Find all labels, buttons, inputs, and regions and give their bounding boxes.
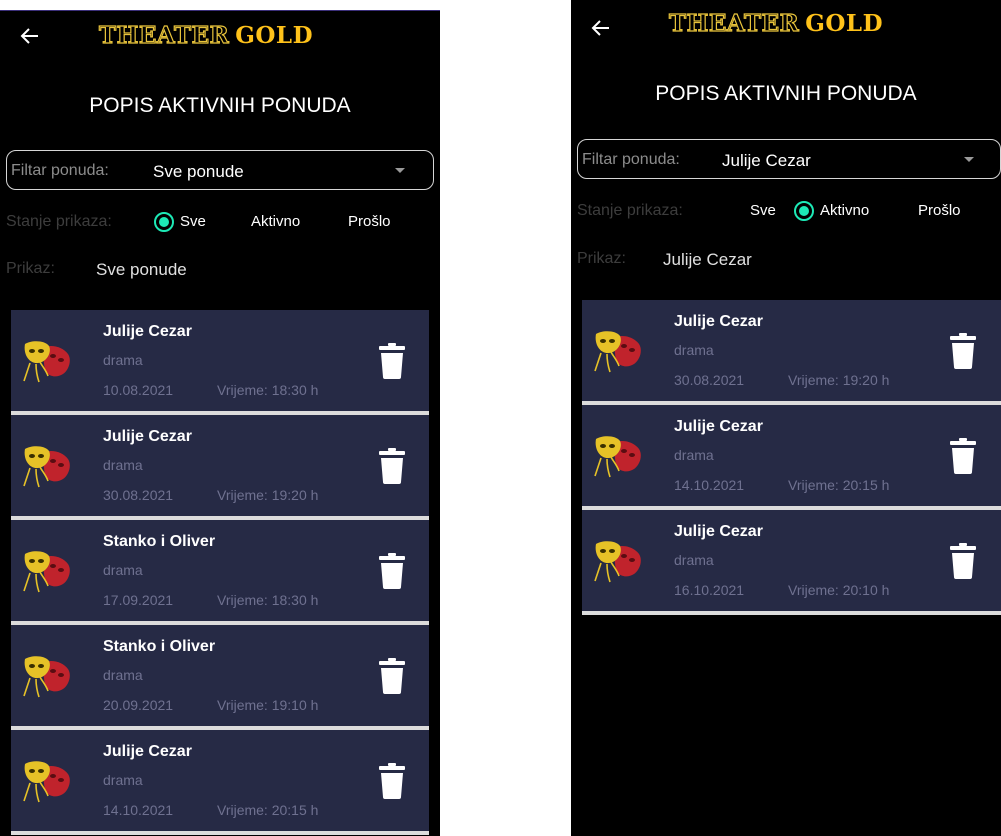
offer-title: Stanko i Oliver — [103, 533, 216, 550]
offer-genre: drama — [103, 457, 143, 473]
logo-word-theater: THEATER — [668, 9, 800, 37]
trash-icon[interactable] — [379, 553, 405, 589]
trash-icon[interactable] — [379, 343, 405, 379]
display-label: Prikaz: — [6, 260, 55, 277]
offer-date: 20.09.2021 — [103, 697, 174, 713]
offer-time: Vrijeme: 19:10 h — [217, 697, 319, 713]
offer-filter-dropdown[interactable]: Filtar ponuda: Sve ponude — [6, 150, 434, 190]
screen-all-offers: THEATER GOLD POPIS AKTIVNIH PONUDA Filtar… — [0, 10, 440, 836]
trash-icon[interactable] — [379, 658, 405, 694]
offer-filter-dropdown[interactable]: Filtar ponuda: Julije Cezar — [577, 139, 1001, 179]
logo-word-theater: THEATER — [98, 21, 230, 49]
display-state-row: Stanje prikaza: Sve Aktivno Prošlo — [571, 198, 1001, 224]
offer-card[interactable]: Julije Cezar drama 30.08.2021 Vrijeme: 19:2… — [11, 415, 429, 520]
offer-date: 30.08.2021 — [674, 372, 745, 388]
offer-card[interactable]: Julije Cezar drama 10.08.2021 Vrijeme: 18:3… — [11, 310, 429, 415]
radio-option-sve[interactable]: Sve — [180, 213, 206, 230]
offers-list: Julije Cezar drama 30.08.2021 Vrijeme: 19:2… — [582, 300, 1001, 615]
offer-time: Vrijeme: 20:15 h — [217, 802, 319, 818]
state-label: Stanje prikaza: — [577, 202, 683, 219]
theater-mask-icon — [22, 655, 70, 699]
filter-label: Filtar ponuda: — [11, 162, 109, 179]
radio-option-aktivno[interactable]: Aktivno — [251, 213, 300, 230]
display-label: Prikaz: — [577, 250, 626, 267]
screen-filtered-offers: THEATER GOLD POPIS AKTIVNIH PONUDA Filtar… — [571, 0, 1001, 836]
offer-genre: drama — [674, 342, 714, 358]
offer-genre: drama — [674, 447, 714, 463]
theater-mask-icon — [22, 445, 70, 489]
offer-title: Julije Cezar — [674, 418, 763, 435]
offer-date: 17.09.2021 — [103, 592, 174, 608]
offer-genre: drama — [103, 562, 143, 578]
radio-option-proslo[interactable]: Prošlo — [348, 213, 391, 230]
offer-time: Vrijeme: 20:10 h — [788, 582, 890, 598]
theater-mask-icon — [593, 435, 641, 479]
app-logo: THEATER GOLD — [98, 21, 314, 49]
offer-time: Vrijeme: 20:15 h — [788, 477, 890, 493]
filter-label: Filtar ponuda: — [582, 151, 680, 168]
dropdown-caret-icon — [964, 157, 974, 162]
app-bar: THEATER GOLD — [571, 0, 1001, 58]
app-logo: THEATER GOLD — [668, 9, 884, 37]
state-label: Stanje prikaza: — [6, 213, 112, 230]
back-arrow-icon[interactable] — [20, 26, 40, 46]
theater-mask-icon — [22, 340, 70, 384]
offer-title: Julije Cezar — [674, 523, 763, 540]
radio-option-aktivno[interactable]: Aktivno — [820, 202, 869, 219]
offer-time: Vrijeme: 19:20 h — [217, 487, 319, 503]
back-arrow-icon[interactable] — [591, 18, 611, 38]
offer-title: Julije Cezar — [674, 313, 763, 330]
trash-icon[interactable] — [950, 333, 976, 369]
radio-option-proslo[interactable]: Prošlo — [918, 202, 961, 219]
offer-genre: drama — [674, 552, 714, 568]
theater-mask-icon — [22, 760, 70, 804]
logo-word-gold: GOLD — [235, 22, 314, 49]
offer-time: Vrijeme: 18:30 h — [217, 592, 319, 608]
trash-icon[interactable] — [379, 763, 405, 799]
offer-title: Julije Cezar — [103, 323, 192, 340]
filter-selected-value: Sve ponude — [153, 162, 244, 181]
offer-date: 30.08.2021 — [103, 487, 174, 503]
offer-card[interactable]: Julije Cezar drama 30.08.2021 Vrijeme: 19:2… — [582, 300, 1001, 405]
offer-card[interactable]: Stanko i Oliver drama 20.09.2021 Vrijeme: 1… — [11, 625, 429, 730]
offer-date: 14.10.2021 — [103, 802, 174, 818]
offer-time: Vrijeme: 19:20 h — [788, 372, 890, 388]
offer-genre: drama — [103, 352, 143, 368]
offer-date: 16.10.2021 — [674, 582, 745, 598]
offer-genre: drama — [103, 772, 143, 788]
trash-icon[interactable] — [950, 438, 976, 474]
offer-card[interactable]: Julije Cezar drama 16.10.2021 Vrijeme: 20:1… — [582, 510, 1001, 615]
offer-date: 14.10.2021 — [674, 477, 745, 493]
page-title: POPIS AKTIVNIH PONUDA — [89, 94, 351, 117]
display-value: Julije Cezar — [663, 250, 752, 269]
dropdown-caret-icon — [395, 168, 405, 173]
theater-mask-icon — [593, 540, 641, 584]
trash-icon[interactable] — [379, 448, 405, 484]
offer-title: Stanko i Oliver — [103, 638, 216, 655]
trash-icon[interactable] — [950, 543, 976, 579]
offer-card[interactable]: Stanko i Oliver drama 17.09.2021 Vrijeme: 1… — [11, 520, 429, 625]
offer-title: Julije Cezar — [103, 743, 192, 760]
radio-sve-selected[interactable] — [154, 212, 174, 232]
app-bar: THEATER GOLD — [0, 10, 440, 68]
theater-mask-icon — [22, 550, 70, 594]
theater-mask-icon — [593, 330, 641, 374]
page-title: POPIS AKTIVNIH PONUDA — [655, 82, 917, 105]
offer-title: Julije Cezar — [103, 428, 192, 445]
offers-list: Julije Cezar drama 10.08.2021 Vrijeme: 18:3… — [11, 310, 429, 835]
filter-selected-value: Julije Cezar — [722, 151, 811, 170]
offer-date: 10.08.2021 — [103, 382, 174, 398]
radio-option-sve[interactable]: Sve — [750, 202, 776, 219]
offer-card[interactable]: Julije Cezar drama 14.10.2021 Vrijeme: 20:1… — [582, 405, 1001, 510]
radio-aktivno-selected[interactable] — [794, 201, 814, 221]
display-state-row: Stanje prikaza: Sve Aktivno Prošlo — [0, 209, 440, 235]
logo-word-gold: GOLD — [805, 10, 884, 37]
offer-genre: drama — [103, 667, 143, 683]
offer-card[interactable]: Julije Cezar drama 14.10.2021 Vrijeme: 20:1… — [11, 730, 429, 835]
display-value: Sve ponude — [96, 260, 187, 279]
offer-time: Vrijeme: 18:30 h — [217, 382, 319, 398]
